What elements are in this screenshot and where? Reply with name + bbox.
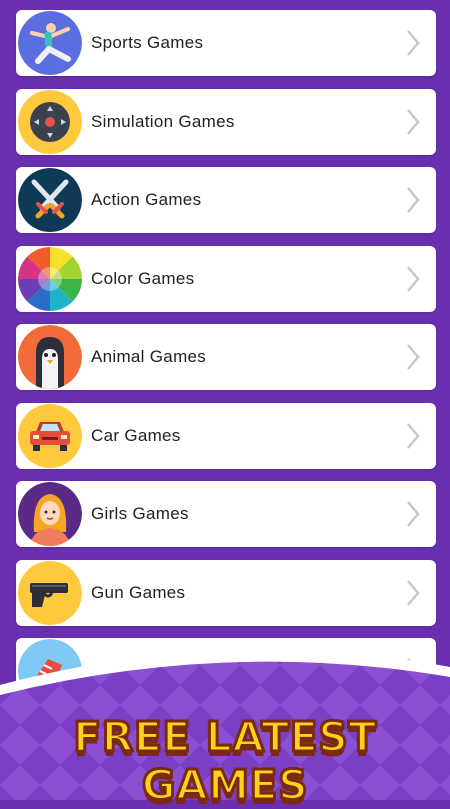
category-label: Color Games	[91, 268, 195, 288]
category-label: Car Games	[91, 425, 181, 445]
penguin-icon	[18, 325, 82, 389]
color-wheel-icon	[18, 246, 82, 311]
category-label: Simulation Games	[91, 111, 235, 131]
yoga-person-icon	[18, 11, 82, 75]
category-item-action[interactable]: Action Games	[16, 167, 436, 233]
category-item-simulation[interactable]: Simulation Games	[16, 88, 436, 155]
category-item-sports[interactable]: Sports Games	[16, 10, 436, 76]
category-label: Gun Games	[91, 582, 186, 602]
category-item-girls[interactable]: Girls Games	[16, 481, 436, 547]
chevron-right-icon	[406, 343, 420, 371]
chevron-right-icon	[406, 500, 420, 528]
category-list: Sports Games Simulation Games Action Gam…	[16, 10, 436, 717]
category-item-animal[interactable]: Animal Games	[16, 324, 436, 390]
category-item-gun[interactable]: Gun Games	[16, 559, 436, 626]
pistol-icon	[18, 560, 82, 625]
chevron-right-icon	[406, 265, 420, 293]
category-item-car[interactable]: Car Games	[16, 402, 436, 469]
girl-avatar-icon	[18, 482, 82, 546]
category-label: Animal Games	[91, 347, 207, 366]
category-label: Girls Games	[91, 504, 189, 523]
chevron-right-icon	[406, 186, 420, 214]
crossed-swords-icon	[18, 168, 82, 232]
category-label: Action Games	[91, 190, 202, 209]
chevron-right-icon	[406, 579, 420, 607]
red-car-icon	[18, 403, 82, 468]
promo-title: FREE LATEST GAMES	[72, 712, 378, 809]
category-label: Sports Games	[91, 33, 204, 52]
chevron-right-icon	[406, 108, 420, 136]
promo-banner: FREE LATEST GAMES	[0, 645, 450, 809]
gamepad-dpad-icon	[18, 89, 82, 154]
category-item-color[interactable]: Color Games	[16, 245, 436, 312]
chevron-right-icon	[406, 29, 420, 57]
chevron-right-icon	[406, 422, 420, 450]
